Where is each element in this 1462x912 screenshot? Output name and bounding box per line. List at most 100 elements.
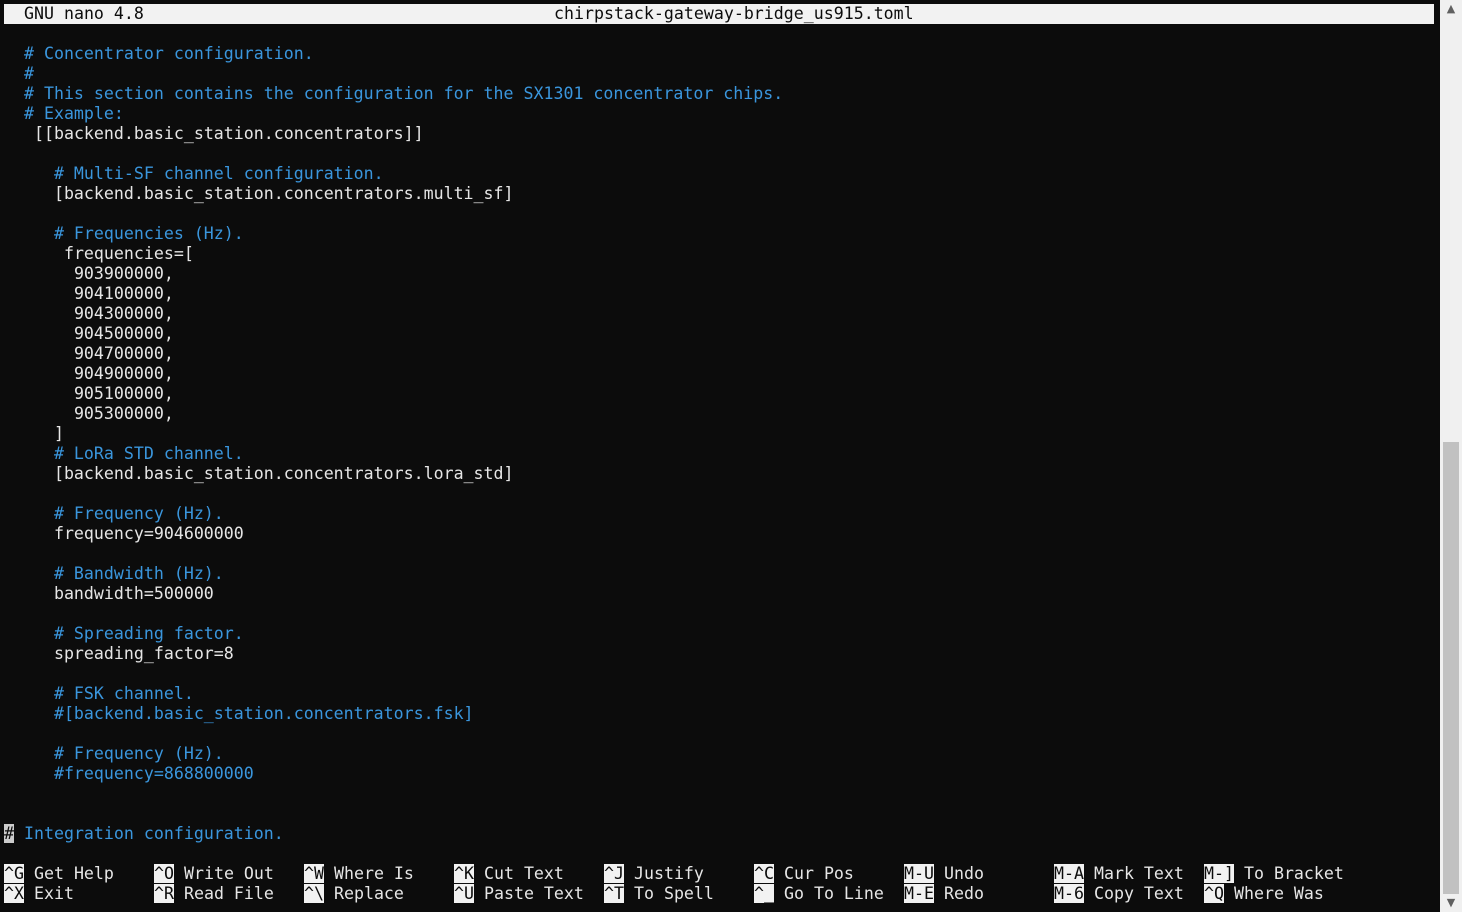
- line-text: # Multi-SF channel configuration.: [53, 164, 384, 183]
- editor-line[interactable]: 905300000,: [4, 404, 174, 424]
- editor-line[interactable]: 904900000,: [4, 364, 174, 384]
- line-text: # Frequencies (Hz).: [53, 224, 244, 243]
- shortcut-key: ^W: [304, 864, 324, 883]
- editor-line[interactable]: # Frequency (Hz).: [4, 504, 224, 524]
- shortcut-item[interactable]: ^T To Spell: [604, 884, 714, 904]
- line-text: 904500000,: [73, 324, 174, 343]
- editor-line[interactable]: 903900000,: [4, 264, 174, 284]
- shortcut-label: Where Was: [1233, 884, 1324, 903]
- editor-line[interactable]: 905100000,: [4, 384, 174, 404]
- shortcut-item[interactable]: M-6 Copy Text: [1054, 884, 1184, 904]
- shortcut-item[interactable]: ^O Write Out: [154, 864, 274, 884]
- editor-line[interactable]: # Bandwidth (Hz).: [4, 564, 224, 584]
- line-text: 905100000,: [73, 384, 174, 403]
- shortcut-item[interactable]: M-U Undo: [904, 864, 984, 884]
- line-text: 904100000,: [73, 284, 174, 303]
- shortcut-key: ^O: [154, 864, 174, 883]
- shortcut-item[interactable]: M-] To Bracket: [1204, 864, 1344, 884]
- shortcut-label: Paste Text: [483, 884, 584, 903]
- shortcut-item[interactable]: ^J Justify: [604, 864, 704, 884]
- line-text: [[backend.basic_station.concentrators]]: [33, 124, 424, 143]
- scroll-up-icon[interactable]: ▲: [1440, 0, 1462, 18]
- editor-line[interactable]: #frequency=868800000: [4, 764, 254, 784]
- shortcut-item[interactable]: ^K Cut Text: [454, 864, 564, 884]
- editor-line[interactable]: # Example:: [4, 104, 124, 124]
- shortcut-label: Copy Text: [1093, 884, 1184, 903]
- shortcut-item[interactable]: M-E Redo: [904, 884, 984, 904]
- editor-line[interactable]: frequencies=[: [4, 244, 194, 264]
- shortcut-label: Cur Pos: [783, 864, 854, 883]
- line-text: 904900000,: [73, 364, 174, 383]
- editor-line[interactable]: # Integration configuration.: [4, 824, 284, 844]
- shortcut-item[interactable]: ^_ Go To Line: [754, 884, 884, 904]
- shortcut-item[interactable]: ^W Where Is: [304, 864, 414, 884]
- editor-line[interactable]: spreading_factor=8: [4, 644, 234, 664]
- editor-line[interactable]: # LoRa STD channel.: [4, 444, 244, 464]
- shortcut-key: ^Q: [1204, 884, 1224, 903]
- nano-version: GNU nano 4.8: [24, 4, 144, 23]
- shortcut-key: M-U: [904, 864, 934, 883]
- scroll-down-icon[interactable]: ▼: [1440, 894, 1462, 912]
- line-text: bandwidth=500000: [53, 584, 214, 603]
- shortcut-item[interactable]: ^X Exit: [4, 884, 74, 904]
- editor-line[interactable]: # Concentrator configuration.: [4, 44, 314, 64]
- editor-line[interactable]: # Spreading factor.: [4, 624, 244, 644]
- editor-line[interactable]: # Frequencies (Hz).: [4, 224, 244, 244]
- editor-line[interactable]: # FSK channel.: [4, 684, 194, 704]
- shortcut-label: Replace: [333, 884, 404, 903]
- editor-line[interactable]: [backend.basic_station.concentrators.mul…: [4, 184, 514, 204]
- shortcut-key: ^_: [754, 884, 774, 903]
- shortcut-key: ^R: [154, 884, 174, 903]
- line-text: 904700000,: [73, 344, 174, 363]
- editor-line[interactable]: [backend.basic_station.concentrators.lor…: [4, 464, 514, 484]
- shortcut-label: Get Help: [33, 864, 114, 883]
- scrollbar-thumb[interactable]: [1443, 442, 1459, 894]
- editor-line[interactable]: 904300000,: [4, 304, 174, 324]
- line-text: # Frequency (Hz).: [53, 744, 224, 763]
- shortcut-item[interactable]: ^Q Where Was: [1204, 884, 1324, 904]
- editor-line[interactable]: 904700000,: [4, 344, 174, 364]
- shortcut-item[interactable]: ^U Paste Text: [454, 884, 584, 904]
- editor-line[interactable]: #[backend.basic_station.concentrators.fs…: [4, 704, 474, 724]
- line-text: #[backend.basic_station.concentrators.fs…: [53, 704, 474, 723]
- shortcut-item[interactable]: ^G Get Help: [4, 864, 114, 884]
- line-text: [backend.basic_station.concentrators.mul…: [53, 184, 514, 203]
- editor-line[interactable]: 904500000,: [4, 324, 174, 344]
- text-cursor: #: [4, 824, 14, 843]
- shortcut-label: Go To Line: [783, 884, 884, 903]
- editor-line[interactable]: # Frequency (Hz).: [4, 744, 224, 764]
- editor-line[interactable]: #: [4, 64, 34, 84]
- editor-line[interactable]: ]: [4, 424, 64, 444]
- editor-line[interactable]: bandwidth=500000: [4, 584, 214, 604]
- shortcut-key: M-]: [1204, 864, 1234, 883]
- editor-line[interactable]: 904100000,: [4, 284, 174, 304]
- terminal-window[interactable]: GNU nano 4.8 chirpstack-gateway-bridge_u…: [0, 0, 1440, 912]
- shortcut-item[interactable]: ^\ Replace: [304, 884, 404, 904]
- shortcut-item[interactable]: ^C Cur Pos: [754, 864, 854, 884]
- shortcut-key: ^U: [454, 884, 474, 903]
- line-text: frequency=904600000: [53, 524, 244, 543]
- editor-line[interactable]: [[backend.basic_station.concentrators]]: [4, 124, 424, 144]
- shortcut-item[interactable]: M-A Mark Text: [1054, 864, 1184, 884]
- shortcut-label: To Spell: [633, 884, 714, 903]
- shortcut-item[interactable]: ^R Read File: [154, 884, 274, 904]
- editor-line[interactable]: frequency=904600000: [4, 524, 244, 544]
- editor-line[interactable]: # Multi-SF channel configuration.: [4, 164, 384, 184]
- editor-line[interactable]: # This section contains the configuratio…: [4, 84, 783, 104]
- vertical-scrollbar[interactable]: ▲ ▼: [1440, 0, 1462, 912]
